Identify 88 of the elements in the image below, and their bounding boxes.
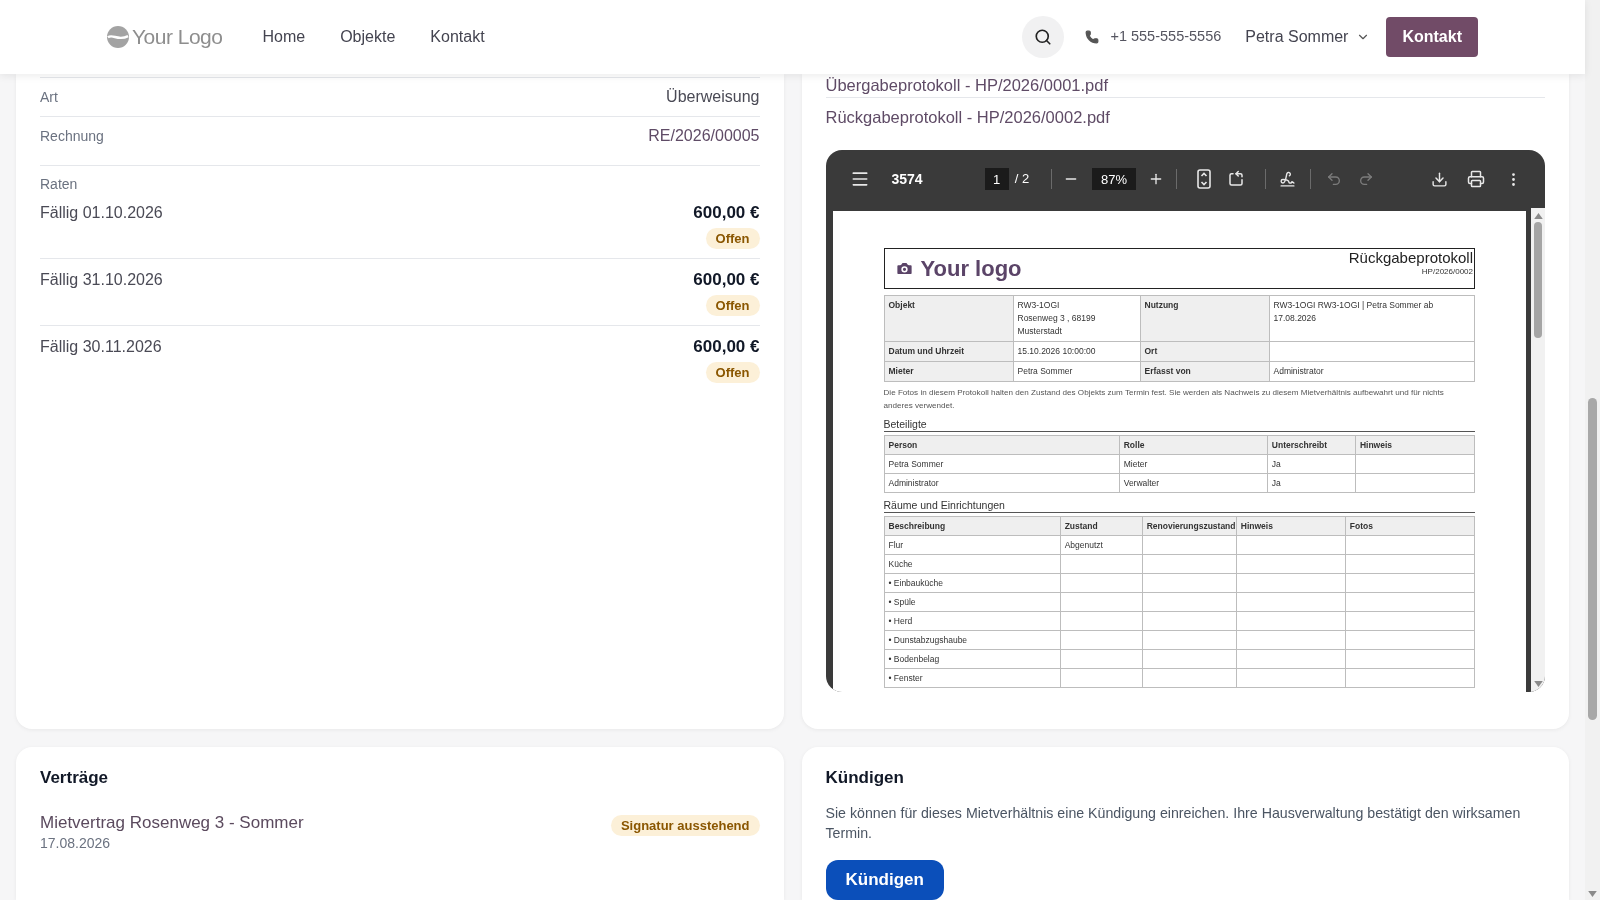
table-cell: • Bodenbelag <box>884 649 1061 669</box>
table-cell: • Fenster <box>884 668 1061 688</box>
table-cell: Administrator <box>884 473 1120 493</box>
phone-icon <box>1085 30 1100 44</box>
table-cell: Verwalter <box>1119 473 1268 493</box>
page-count: / 2 <box>1014 170 1030 189</box>
signature-icon[interactable] <box>1279 170 1297 188</box>
viewer-scrollbar[interactable] <box>1531 208 1545 692</box>
status-badge: Offen <box>705 228 760 249</box>
field-label: Art <box>40 88 58 107</box>
label-cell: Mieter <box>884 361 1013 382</box>
page-number-field[interactable]: 1 <box>984 168 1009 190</box>
installment-due: Fällig 01.10.2026 <box>40 203 163 223</box>
logo-icon <box>107 26 129 48</box>
table-cell: RW3-1OGI Rosenweg 3 , 68199 Musterstadt <box>1013 295 1140 342</box>
installment-due: Fällig 31.10.2026 <box>40 270 163 290</box>
table-cell: Ja <box>1267 473 1356 493</box>
document-note: Die Fotos in diesem Protokoll halten den Zustand des Objekts zum Termin fest. Sie werden als Nachweis zu diesem Mietverhältnis aufbewahrt und für nichts anderes verwendet. <box>883 387 1445 412</box>
nav-link[interactable]: Objekte <box>340 25 396 49</box>
scrollbar-thumb[interactable] <box>1588 398 1597 720</box>
column-header: Unterschreibt <box>1267 435 1356 455</box>
file-link[interactable]: Rückgabeprotokoll - HP/2026/0002.pdf <box>825 107 1110 127</box>
installment-amount: 600,00 € <box>693 336 760 358</box>
search-icon <box>1034 28 1053 46</box>
nav-link[interactable]: Home <box>262 25 306 49</box>
contract-date: 17.08.2026 <box>40 834 111 852</box>
fit-page-icon[interactable] <box>1197 169 1212 189</box>
column-header: Zustand <box>1060 516 1143 536</box>
column-header: Rolle <box>1119 435 1268 455</box>
table-cell: Petra Sommer <box>884 454 1120 474</box>
user-menu[interactable]: Petra Sommer <box>1245 25 1371 49</box>
rotate-icon[interactable] <box>1227 170 1246 188</box>
installment-due: Fällig 30.11.2026 <box>40 337 162 357</box>
table-cell: • Dunstabzugshaube <box>884 630 1061 650</box>
label-cell: Objekt <box>884 295 1013 342</box>
scrollbar-thumb[interactable] <box>1534 222 1542 338</box>
table-cell: Küche <box>884 554 1061 574</box>
page-scrollbar[interactable] <box>1585 0 1600 900</box>
label-cell: Nutzung <box>1140 295 1269 342</box>
nav-link[interactable]: Kontakt <box>430 25 485 49</box>
column-header: Beschreibung <box>884 516 1061 536</box>
search-button[interactable] <box>1022 16 1065 58</box>
field-value: Überweisung <box>666 87 760 107</box>
terminate-button[interactable]: Kündigen <box>825 860 944 900</box>
column-header: Hinweis <box>1236 516 1346 536</box>
table-cell: Ja <box>1267 454 1356 474</box>
phone-number[interactable]: +1 555-555-5556 <box>1110 26 1222 48</box>
contract-link[interactable]: Mietvertrag Rosenweg 3 - Sommer <box>40 812 304 834</box>
field-value[interactable]: RE/2026/00005 <box>648 125 760 147</box>
installment-amount: 600,00 € <box>693 269 760 291</box>
section-heading: Räume und Einrichtungen <box>883 499 1005 511</box>
table-cell: Mieter <box>1119 454 1268 474</box>
column-header: Renovierungszustand <box>1142 516 1237 536</box>
column-header: Fotos <box>1345 516 1475 536</box>
card-text: Sie können für dieses Mietverhältnis eine Kündigung einreichen. Ihre Hausverwaltung bestätigt den wirksamen Termin. <box>825 804 1522 843</box>
column-header: Person <box>884 435 1120 455</box>
scroll-down-icon[interactable] <box>1588 891 1597 897</box>
section-heading: Beteiligte <box>883 418 927 430</box>
zoom-field[interactable]: 87% <box>1092 168 1137 190</box>
table-cell: • Einbauküche <box>884 573 1061 593</box>
scroll-up-icon[interactable] <box>1533 213 1543 219</box>
table-cell: Administrator <box>1269 361 1475 382</box>
status-badge: Offen <box>705 295 760 316</box>
print-icon[interactable] <box>1467 170 1485 188</box>
document-logo-text: Your logo <box>920 255 1022 282</box>
scroll-down-icon[interactable] <box>1533 681 1543 687</box>
status-badge: Signatur ausstehend <box>610 815 760 836</box>
document-heading: Rückgabeprotokoll <box>1348 249 1473 267</box>
download-icon[interactable] <box>1431 170 1448 188</box>
contact-button[interactable]: Kontakt <box>1386 17 1478 57</box>
document-reference: HP/2026/0002 <box>1421 267 1473 277</box>
card-title: Verträge <box>40 767 109 789</box>
status-badge: Offen <box>705 362 760 383</box>
file-link[interactable]: Übergabeprotokoll - HP/2026/0001.pdf <box>825 75 1109 95</box>
card-title: Kündigen <box>825 767 904 789</box>
column-header: Hinweis <box>1355 435 1475 455</box>
table-cell: • Spüle <box>884 592 1061 612</box>
table-cell: Flur <box>884 535 1061 555</box>
section-label: Raten <box>40 176 78 192</box>
table-cell: RW3-1OGI RW3-1OGI | Petra Sommer ab 17.08.2026 <box>1269 295 1475 342</box>
table-cell: 15.10.2026 10:00:00 <box>1013 341 1140 362</box>
installment-amount: 600,00 € <box>693 202 760 224</box>
document-title: 3574 <box>891 169 923 189</box>
label-cell: Datum und Uhrzeit <box>884 341 1013 362</box>
table-cell: Abgenutzt <box>1060 535 1143 555</box>
field-label: Rechnung <box>40 127 104 146</box>
table-cell: Petra Sommer <box>1013 361 1140 382</box>
table-cell: • Herd <box>884 611 1061 631</box>
